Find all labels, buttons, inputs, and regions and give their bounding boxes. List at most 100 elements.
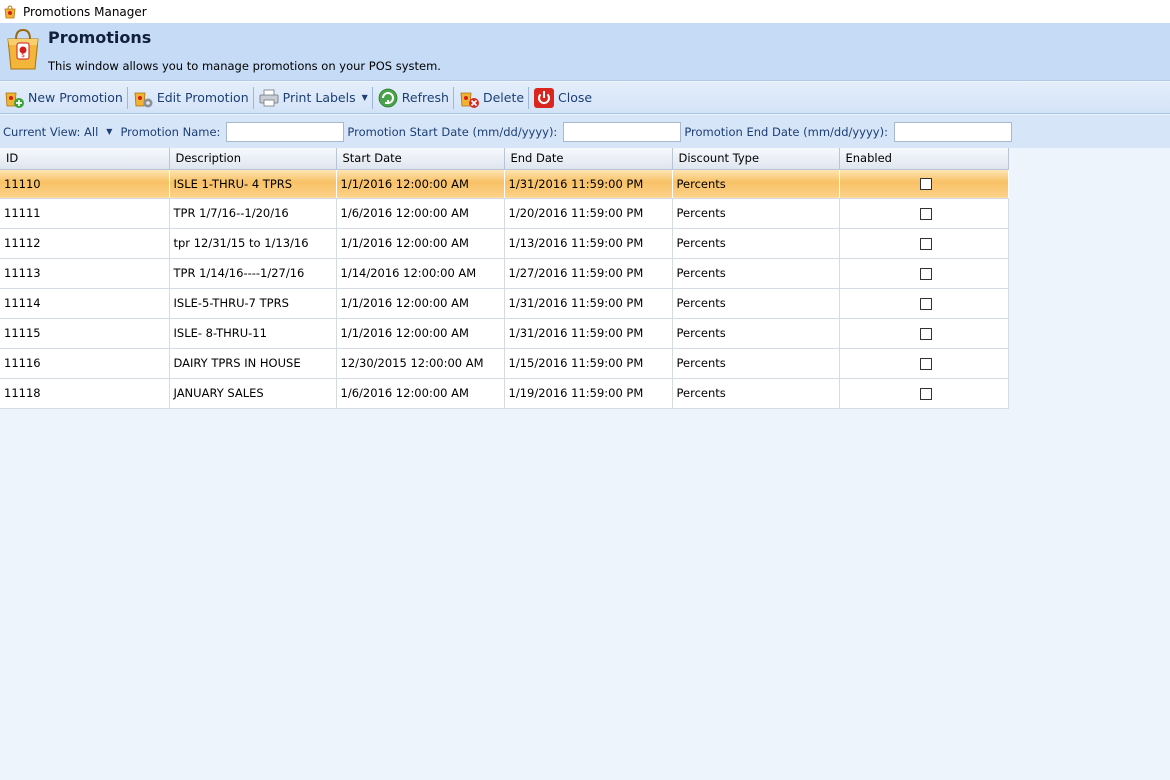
window-titlebar: Promotions Manager [0, 0, 1170, 23]
cell-enabled [839, 288, 1009, 319]
table-row[interactable]: 11116 DAIRY TPRS IN HOUSE 12/30/2015 12:00… [0, 348, 1009, 379]
enabled-checkbox[interactable] [919, 297, 932, 310]
table-row[interactable]: 11111 TPR 1/7/16--1/20/16 1/6/2016 12:00:0… [0, 198, 1009, 229]
toolbar: New Promotion Edit Promotion Print Label… [0, 82, 1170, 114]
page-header: $ Promotions This window allows you to m… [0, 23, 1170, 81]
cell-discount-type: Percents [672, 258, 840, 289]
cell-enabled [839, 318, 1009, 349]
cell-id: 11113 [0, 258, 170, 289]
cell-enabled [839, 258, 1009, 289]
cell-start-date: 1/6/2016 12:00:00 AM [336, 198, 505, 229]
column-header-end-date[interactable]: End Date [504, 148, 673, 170]
delete-button[interactable]: Delete [455, 84, 527, 112]
cell-end-date: 1/19/2016 11:59:00 PM [504, 378, 673, 409]
cell-id: 11112 [0, 228, 170, 259]
printer-icon [259, 89, 279, 106]
cell-id: 11111 [0, 198, 170, 229]
window-title: Promotions Manager [23, 4, 147, 19]
cell-id: 11114 [0, 288, 170, 319]
table-row[interactable]: 11112 tpr 12/31/15 to 1/13/16 1/1/2016 12:… [0, 228, 1009, 259]
tag-delete-icon [460, 92, 479, 108]
shopping-bag-icon: $ [7, 28, 39, 70]
table-row[interactable]: 11110 ISLE 1-THRU- 4 TPRS 1/1/2016 12:00:0… [0, 169, 1008, 199]
toolbar-divider [371, 86, 373, 109]
close-label: Close [558, 90, 593, 105]
cell-enabled [839, 198, 1009, 229]
enabled-checkbox[interactable] [919, 267, 932, 280]
table-row[interactable]: 11114 ISLE-5-THRU-7 TPRS 1/1/2016 12:00:00… [0, 288, 1009, 319]
start-date-label: Promotion Start Date (mm/dd/yyyy): [347, 124, 558, 139]
cell-description: TPR 1/14/16----1/27/16 [169, 258, 337, 289]
cell-discount-type: Percents [672, 228, 840, 259]
chevron-down-icon: ▼ [106, 127, 113, 136]
refresh-label: Refresh [401, 90, 449, 105]
toolbar-divider [452, 86, 454, 109]
cell-start-date: 1/1/2016 12:00:00 AM [336, 318, 505, 349]
cell-enabled [839, 378, 1009, 409]
enabled-checkbox[interactable] [919, 357, 932, 370]
end-date-input[interactable] [893, 121, 1012, 142]
cell-enabled [839, 169, 1008, 199]
svg-text:$: $ [21, 52, 25, 59]
cell-description: ISLE-5-THRU-7 TPRS [169, 288, 337, 319]
enabled-checkbox[interactable] [919, 327, 932, 340]
current-view-label: Current View: All [3, 124, 99, 139]
toolbar-divider [252, 86, 254, 109]
cell-description: TPR 1/7/16--1/20/16 [169, 198, 337, 229]
delete-label: Delete [482, 90, 525, 105]
table-row[interactable]: 11118 JANUARY SALES 1/6/2016 12:00:00 AM 1/… [0, 378, 1009, 409]
close-button[interactable]: Close [530, 84, 595, 112]
new-promotion-button[interactable]: New Promotion [0, 84, 126, 112]
filter-bar: Current View: All ▼ Promotion Name: Prom… [0, 115, 1170, 148]
toolbar-divider [126, 86, 128, 109]
cell-description: JANUARY SALES [169, 378, 337, 409]
cell-enabled [839, 348, 1009, 379]
column-header-discount-type[interactable]: Discount Type [672, 148, 840, 170]
cell-enabled [839, 228, 1009, 259]
chevron-down-icon[interactable]: ▼ [362, 93, 368, 102]
column-header-description[interactable]: Description [169, 148, 337, 170]
enabled-checkbox[interactable] [919, 387, 932, 400]
column-header-start-date[interactable]: Start Date [336, 148, 505, 170]
column-header-id[interactable]: ID [0, 148, 170, 170]
new-promotion-label: New Promotion [28, 90, 123, 105]
promotion-name-label: Promotion Name: [120, 124, 221, 139]
page-subtitle: This window allows you to manage promoti… [48, 59, 441, 73]
cell-start-date: 1/1/2016 12:00:00 AM [336, 288, 505, 319]
enabled-checkbox[interactable] [919, 207, 932, 220]
cell-end-date: 1/20/2016 11:59:00 PM [504, 198, 673, 229]
enabled-checkbox[interactable] [919, 237, 932, 250]
cell-discount-type: Percents [672, 318, 840, 349]
cell-end-date: 1/31/2016 11:59:00 PM [504, 169, 672, 199]
promotions-table: ID Description Start Date End Date Disco… [0, 148, 1009, 409]
refresh-button[interactable]: Refresh [374, 84, 452, 112]
toolbar-divider [528, 86, 530, 109]
cell-end-date: 1/31/2016 11:59:00 PM [504, 288, 673, 319]
cell-id: 11110 [0, 169, 169, 199]
start-date-input[interactable] [563, 121, 682, 142]
refresh-icon [378, 88, 398, 107]
enabled-checkbox[interactable] [919, 178, 932, 190]
cell-start-date: 1/1/2016 12:00:00 AM [336, 169, 504, 199]
current-view-dropdown[interactable]: Current View: All ▼ [3, 125, 112, 139]
shopping-bag-icon [4, 4, 16, 18]
end-date-label: Promotion End Date (mm/dd/yyyy): [684, 124, 888, 139]
cell-id: 11115 [0, 318, 170, 349]
cell-start-date: 12/30/2015 12:00:00 AM [336, 348, 505, 379]
promotion-name-input[interactable] [226, 121, 345, 142]
power-icon [534, 87, 555, 108]
cell-discount-type: Percents [672, 348, 840, 379]
cell-end-date: 1/15/2016 11:59:00 PM [504, 348, 673, 379]
table-row[interactable]: 11115 ISLE- 8-THRU-11 1/1/2016 12:00:00 AM… [0, 318, 1009, 349]
cell-description: tpr 12/31/15 to 1/13/16 [169, 228, 337, 259]
edit-promotion-button[interactable]: Edit Promotion [129, 84, 252, 112]
cell-discount-type: Percents [672, 169, 839, 199]
cell-start-date: 1/14/2016 12:00:00 AM [336, 258, 505, 289]
cell-discount-type: Percents [672, 378, 840, 409]
edit-promotion-label: Edit Promotion [156, 90, 249, 105]
table-row[interactable]: 11113 TPR 1/14/16----1/27/16 1/14/2016 12:… [0, 258, 1009, 289]
print-labels-button[interactable]: Print Labels ▼ [255, 84, 371, 112]
column-header-enabled[interactable]: Enabled [839, 148, 1009, 170]
cell-end-date: 1/31/2016 11:59:00 PM [504, 318, 673, 349]
table-header-row: ID Description Start Date End Date Disco… [0, 148, 1009, 170]
